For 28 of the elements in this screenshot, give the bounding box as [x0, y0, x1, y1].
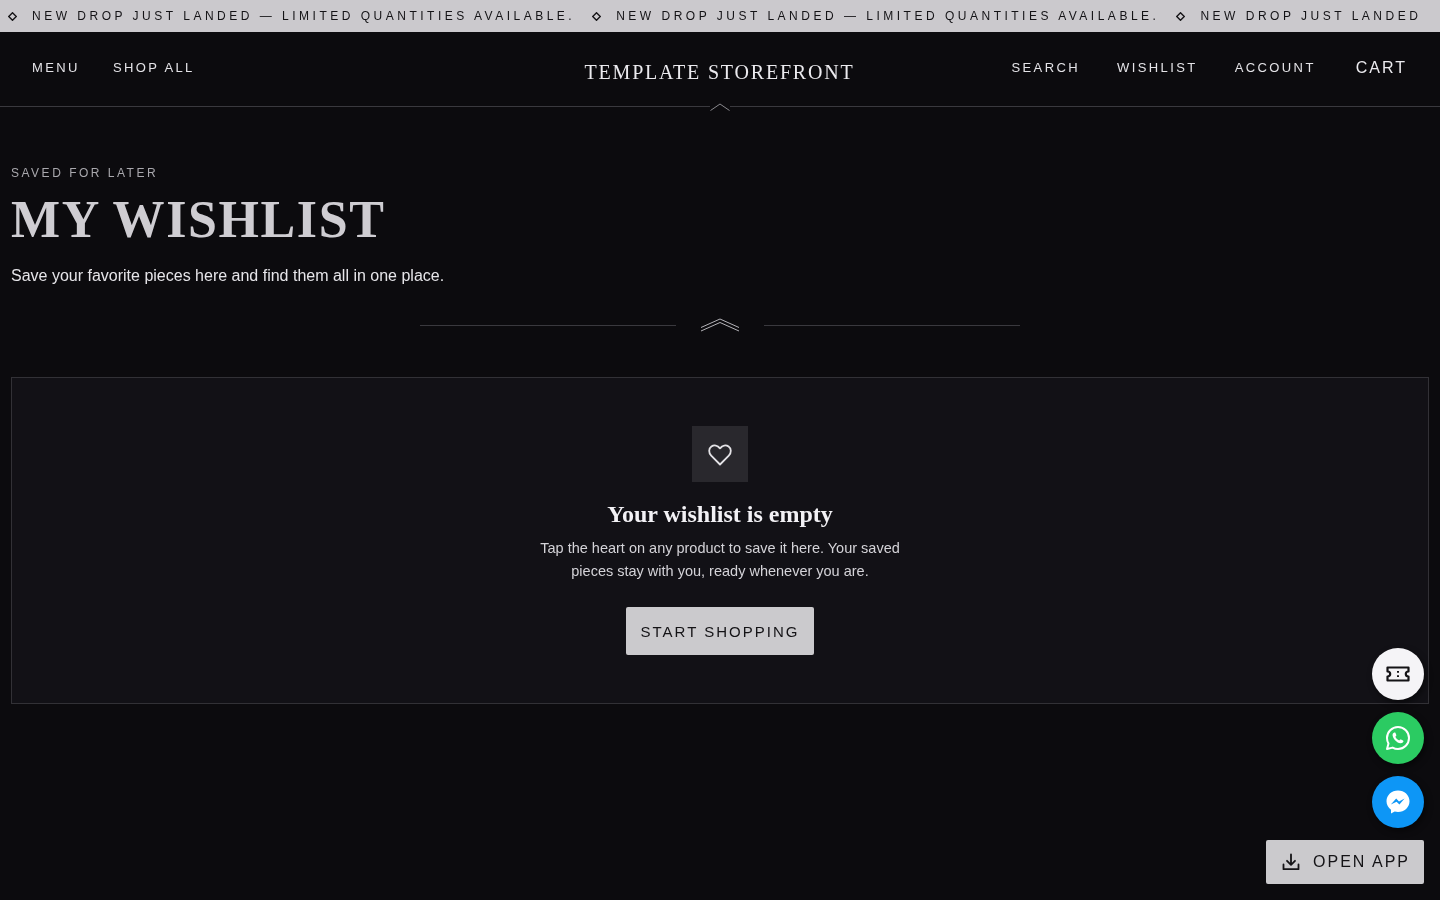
- nav-link[interactable]: MENU: [32, 60, 80, 76]
- announcement-text: NEW DROP JUST LANDED: [1200, 8, 1422, 24]
- ticket-icon: [1386, 666, 1410, 682]
- diamond-icon: [592, 11, 602, 21]
- page-title: MY WISHLIST: [11, 191, 387, 248]
- phone-chat-button[interactable]: [1372, 712, 1424, 764]
- phone-bubble-icon: [1385, 725, 1411, 751]
- diamond-icon: [8, 11, 17, 21]
- nav-link[interactable]: SHOP ALL: [112, 60, 195, 76]
- empty-state-title: Your wishlist is empty: [607, 500, 833, 529]
- page-subtitle: Save your favorite pieces here and find them all in one place.: [11, 266, 446, 286]
- nav-link[interactable]: ACCOUNT: [1234, 60, 1316, 76]
- double-chevron-icon: [700, 318, 740, 332]
- lightning-chat-button[interactable]: [1372, 776, 1424, 828]
- announcement-text: NEW DROP JUST LANDED — LIMITED QUANTITIES AVAILABLE.: [616, 8, 1160, 24]
- eyebrow-text: SAVED FOR LATER: [11, 165, 160, 181]
- cart-link[interactable]: CART: [1355, 58, 1407, 78]
- store-logo[interactable]: TEMPLATE STOREFRONT: [584, 60, 855, 84]
- start-shopping-button[interactable]: START SHOPPING: [625, 607, 815, 655]
- diamond-icon: [1176, 11, 1186, 21]
- announcement-text: NEW DROP JUST LANDED — LIMITED QUANTITIES AVAILABLE.: [32, 8, 576, 24]
- lightning-bubble-icon: [1385, 789, 1411, 815]
- download-icon: [1282, 853, 1301, 871]
- nav-link[interactable]: WISHLIST: [1117, 60, 1198, 76]
- empty-state-message: Tap the heart on any product to save it here. Your saved pieces stay with you, ready whenever you are.: [539, 539, 901, 581]
- open-app-button[interactable]: OPEN APP: [1266, 840, 1424, 884]
- nav-link[interactable]: SEARCH: [1011, 60, 1081, 76]
- chevron-up-icon: [710, 103, 730, 111]
